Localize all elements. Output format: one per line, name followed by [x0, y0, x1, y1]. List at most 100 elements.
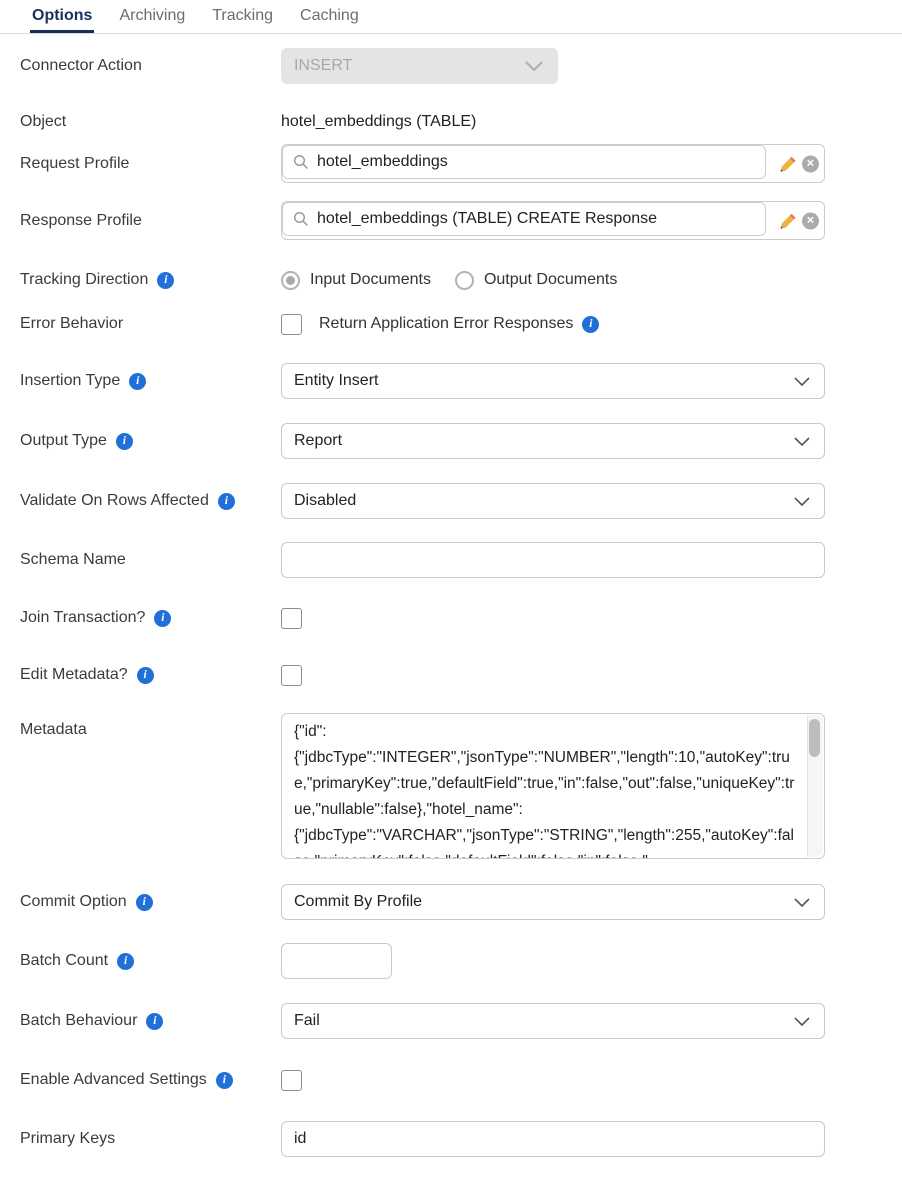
chevron-down-icon	[794, 437, 810, 446]
response-profile-value: hotel_embeddings (TABLE) CREATE Response	[317, 210, 657, 228]
info-icon[interactable]	[216, 1072, 233, 1089]
info-icon[interactable]	[157, 272, 174, 289]
commit-option-select[interactable]: Commit By Profile	[281, 884, 825, 920]
response-profile-widget: hotel_embeddings (TABLE) CREATE Response	[281, 201, 825, 240]
validate-on-rows-affected-value: Disabled	[294, 492, 356, 510]
info-icon[interactable]	[582, 316, 599, 333]
field-batch-count: Batch Count	[0, 943, 902, 979]
batch-behaviour-label: Batch Behaviour	[20, 1012, 281, 1030]
field-error-behavior: Error Behavior Return Application Error …	[0, 311, 902, 337]
field-response-profile: Response Profile hotel_embeddings (TABLE…	[0, 201, 902, 240]
metadata-textarea[interactable]: {"id": {"jdbcType":"INTEGER","jsonType":…	[281, 713, 825, 859]
request-profile-input[interactable]: hotel_embeddings	[282, 145, 766, 179]
insertion-type-select[interactable]: Entity Insert	[281, 363, 825, 399]
chevron-down-icon	[794, 898, 810, 907]
error-behavior-checkbox[interactable]	[281, 314, 302, 335]
join-transaction-checkbox[interactable]	[281, 608, 302, 629]
chevron-down-icon	[794, 377, 810, 386]
connector-action-label: Connector Action	[20, 57, 281, 75]
radio-output-documents[interactable]	[455, 271, 474, 290]
radio-input-documents[interactable]	[281, 271, 300, 290]
schema-name-label: Schema Name	[20, 551, 281, 569]
tracking-direction-radios: Input Documents Output Documents	[281, 271, 641, 290]
enable-advanced-settings-label: Enable Advanced Settings	[20, 1071, 281, 1089]
info-icon[interactable]	[116, 433, 133, 450]
radio-label: Input Documents	[310, 271, 431, 289]
tab-bar: Options Archiving Tracking Caching	[0, 0, 902, 34]
edit-metadata-label: Edit Metadata?	[20, 666, 281, 684]
info-icon[interactable]	[137, 667, 154, 684]
info-icon[interactable]	[146, 1013, 163, 1030]
error-behavior-label: Error Behavior	[20, 315, 281, 333]
field-enable-advanced-settings: Enable Advanced Settings	[0, 1068, 902, 1092]
info-icon[interactable]	[136, 894, 153, 911]
info-icon[interactable]	[154, 610, 171, 627]
field-commit-option: Commit Option Commit By Profile	[0, 884, 902, 920]
scrollbar-track[interactable]	[807, 715, 823, 857]
error-behavior-checkbox-label: Return Application Error Responses	[319, 315, 573, 333]
field-object: Object hotel_embeddings (TABLE)	[0, 110, 902, 134]
clear-icon[interactable]	[802, 155, 819, 172]
object-value: hotel_embeddings (TABLE)	[281, 113, 476, 131]
schema-name-input[interactable]	[281, 542, 825, 578]
insertion-type-label: Insertion Type	[20, 372, 281, 390]
connector-action-select: INSERT	[281, 48, 558, 84]
tab-options[interactable]: Options	[30, 7, 94, 33]
field-connector-action: Connector Action INSERT	[0, 47, 902, 84]
info-icon[interactable]	[117, 953, 134, 970]
join-transaction-label: Join Transaction?	[20, 609, 281, 627]
scrollbar-thumb[interactable]	[809, 719, 820, 757]
info-icon[interactable]	[129, 373, 146, 390]
commit-option-value: Commit By Profile	[294, 893, 422, 911]
response-profile-input[interactable]: hotel_embeddings (TABLE) CREATE Response	[282, 202, 766, 236]
tab-archiving[interactable]: Archiving	[117, 7, 187, 33]
edit-pencil-icon[interactable]	[780, 212, 797, 229]
field-batch-behaviour: Batch Behaviour Fail	[0, 1003, 902, 1039]
enable-advanced-settings-checkbox[interactable]	[281, 1070, 302, 1091]
connector-options-panel: Options Archiving Tracking Caching Conne…	[0, 0, 902, 1200]
request-profile-label: Request Profile	[20, 155, 281, 173]
field-edit-metadata: Edit Metadata?	[0, 663, 902, 687]
tracking-direction-label: Tracking Direction	[20, 271, 281, 289]
edit-pencil-icon[interactable]	[780, 155, 797, 172]
validate-on-rows-affected-label: Validate On Rows Affected	[20, 492, 281, 510]
request-profile-widget: hotel_embeddings	[281, 144, 825, 183]
info-icon[interactable]	[218, 493, 235, 510]
connector-action-value: INSERT	[294, 57, 352, 75]
field-output-type: Output Type Report	[0, 423, 902, 459]
commit-option-label: Commit Option	[20, 893, 281, 911]
radio-label: Output Documents	[484, 271, 617, 289]
primary-keys-label: Primary Keys	[20, 1130, 281, 1148]
batch-count-input[interactable]	[281, 943, 392, 979]
field-schema-name: Schema Name	[0, 542, 902, 578]
search-icon	[293, 211, 309, 227]
chevron-down-icon	[794, 1017, 810, 1026]
search-icon	[293, 154, 309, 170]
chevron-down-icon	[794, 497, 810, 506]
output-type-select[interactable]: Report	[281, 423, 825, 459]
tab-caching[interactable]: Caching	[298, 7, 361, 33]
response-profile-label: Response Profile	[20, 212, 281, 230]
batch-count-label: Batch Count	[20, 952, 281, 970]
field-validate-on-rows-affected: Validate On Rows Affected Disabled	[0, 483, 902, 519]
batch-behaviour-value: Fail	[294, 1012, 320, 1030]
clear-icon[interactable]	[802, 212, 819, 229]
primary-keys-input[interactable]	[281, 1121, 825, 1157]
edit-metadata-checkbox[interactable]	[281, 665, 302, 686]
insertion-type-value: Entity Insert	[294, 372, 378, 390]
request-profile-value: hotel_embeddings	[317, 153, 448, 171]
output-type-label: Output Type	[20, 432, 281, 450]
field-request-profile: Request Profile hotel_embeddings	[0, 144, 902, 183]
field-primary-keys: Primary Keys	[0, 1121, 902, 1157]
field-tracking-direction: Tracking Direction Input Documents Outpu…	[0, 268, 902, 292]
validate-on-rows-affected-select[interactable]: Disabled	[281, 483, 825, 519]
object-label: Object	[20, 113, 281, 131]
metadata-value: {"id": {"jdbcType":"INTEGER","jsonType":…	[282, 714, 806, 858]
tab-tracking[interactable]: Tracking	[210, 7, 275, 33]
field-join-transaction: Join Transaction?	[0, 606, 902, 630]
field-metadata: Metadata {"id": {"jdbcType":"INTEGER","j…	[0, 713, 902, 859]
field-insertion-type: Insertion Type Entity Insert	[0, 363, 902, 399]
chevron-down-icon	[525, 61, 543, 71]
batch-behaviour-select[interactable]: Fail	[281, 1003, 825, 1039]
output-type-value: Report	[294, 432, 342, 450]
